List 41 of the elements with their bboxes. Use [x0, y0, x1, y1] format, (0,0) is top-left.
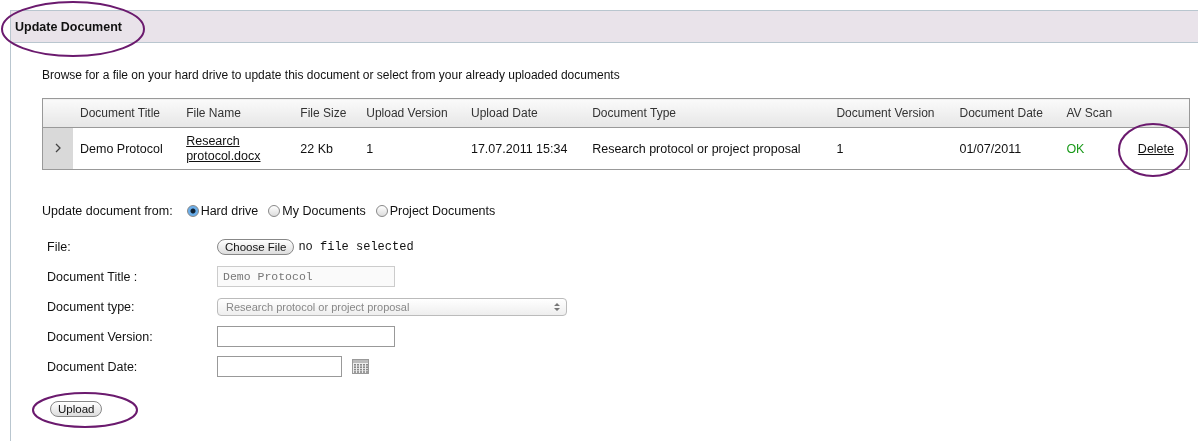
column-header: AV Scan — [1059, 98, 1126, 128]
updown-arrows-icon — [554, 301, 560, 312]
table-cell: Demo Protocol — [80, 141, 163, 156]
upload-button[interactable]: Upload — [50, 401, 103, 417]
field-label: Document type: — [47, 299, 136, 314]
column-header: File Size — [293, 98, 360, 128]
radio-label: My Documents — [282, 204, 366, 218]
column-header: Document Title — [73, 98, 180, 128]
radio-label: Hard drive — [200, 204, 259, 218]
panel-title: Update Document — [15, 19, 122, 34]
column-header: Document Version — [829, 98, 953, 128]
expand-chevron-icon[interactable] — [54, 142, 62, 153]
scan-status: OK — [1066, 141, 1085, 156]
choose-file-button[interactable]: Choose File — [217, 238, 295, 255]
column-header: File Name — [179, 98, 294, 128]
table-cell: 01/07/2011 — [959, 141, 1022, 156]
column-header: Upload Version — [359, 98, 464, 128]
table-cell: 22 Kb — [300, 141, 333, 156]
table-cell: 1 — [366, 141, 374, 156]
intro-text: Browse for a file on your hard drive to update this document or select from your already uploaded documents — [42, 68, 621, 82]
column-header: Document Date — [952, 98, 1060, 128]
table-cell: Research protocol or project proposal — [592, 141, 801, 156]
radio-label: Project Documents — [389, 204, 496, 218]
input-field[interactable] — [217, 326, 395, 347]
table-cell: 1 — [836, 141, 844, 156]
table-cell: 17.07.2011 15:34 — [470, 141, 568, 156]
field-label: Document Version: — [47, 329, 154, 344]
radio-button[interactable] — [186, 205, 199, 217]
calendar-icon[interactable] — [352, 359, 369, 374]
file-status: no file selected — [298, 239, 414, 254]
date-field[interactable] — [217, 356, 342, 377]
column-header: Upload Date — [463, 98, 586, 128]
column-header: Document Type — [585, 98, 830, 128]
field-label: Document Title : — [47, 269, 139, 284]
source-label: Update document from: — [42, 204, 173, 218]
radio-button[interactable] — [268, 205, 281, 217]
delete-link[interactable]: Delete — [1137, 141, 1174, 156]
field-label: File: — [47, 239, 72, 254]
field-label: Document Date: — [47, 359, 139, 374]
radio-button[interactable] — [375, 205, 388, 217]
file-link[interactable]: Research protocol.docx — [186, 133, 277, 164]
